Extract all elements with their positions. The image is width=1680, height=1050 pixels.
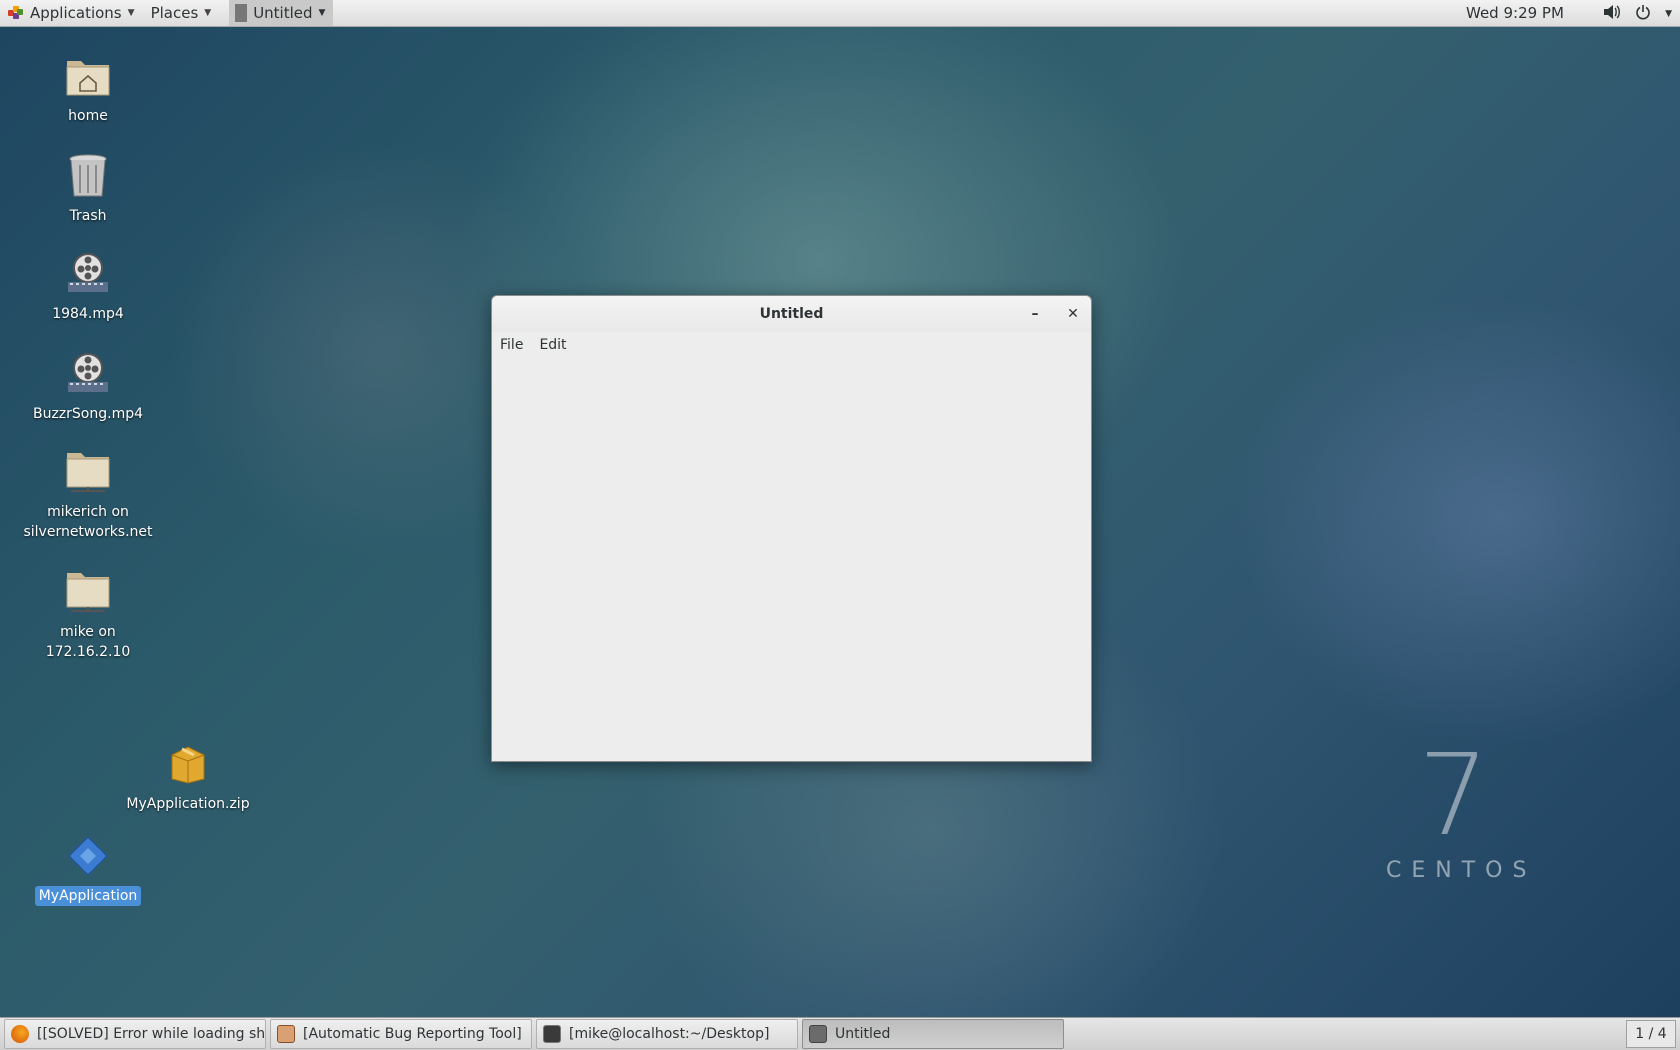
clock[interactable]: Wed 9:29 PM <box>1466 4 1564 22</box>
desktop-icon-label-line2: silvernetworks.net <box>23 524 153 540</box>
applications-menu[interactable]: Applications ▼ <box>0 0 143 27</box>
centos-logo-text: CENTOS <box>1386 858 1537 883</box>
window-list-taskbar: [[SOLVED] Error while loading sha... [Au… <box>0 1017 1680 1050</box>
active-window-menu[interactable]: Untitled ▼ <box>229 0 334 26</box>
minimize-button[interactable]: – <box>1025 304 1045 324</box>
system-status-area[interactable]: ▼ <box>1603 0 1672 27</box>
gnome-foot-icon <box>8 6 23 20</box>
trash-icon <box>64 152 112 200</box>
places-label: Places <box>150 4 199 22</box>
desktop-icon-trash[interactable]: Trash <box>23 152 153 226</box>
places-menu[interactable]: Places ▼ <box>143 0 220 27</box>
window-icon <box>809 1025 827 1043</box>
taskbar-item-firefox[interactable]: [[SOLVED] Error while loading sha... <box>4 1019 266 1049</box>
home-folder-icon <box>64 52 112 100</box>
window-thumbnail-icon <box>235 4 248 22</box>
desktop-icon-label: BuzzrSong.mp4 <box>32 406 144 422</box>
desktop-icon-myapplication-zip[interactable]: MyApplication.zip <box>123 740 253 814</box>
desktop-icon-label-line2: 172.16.2.10 <box>45 644 131 660</box>
volume-icon <box>1603 4 1621 24</box>
network-folder-icon <box>64 568 112 616</box>
window-titlebar[interactable]: Untitled – ✕ <box>492 296 1091 332</box>
applications-label: Applications <box>30 4 122 22</box>
taskbar-item-label: Untitled <box>835 1026 891 1042</box>
desktop-icon-myapplication[interactable]: MyApplication <box>23 832 153 906</box>
active-window-label: Untitled <box>253 4 313 22</box>
desktop-icon-buzzrsong-mp4[interactable]: BuzzrSong.mp4 <box>23 350 153 424</box>
workspace-indicator[interactable]: 1 / 4 <box>1626 1020 1676 1048</box>
menubar: File Edit <box>492 332 1091 358</box>
desktop-icon-label: MyApplication.zip <box>126 796 250 812</box>
application-icon <box>64 832 112 880</box>
bug-report-icon <box>277 1025 295 1043</box>
firefox-icon <box>11 1025 29 1043</box>
desktop-icon-label: Trash <box>69 208 107 224</box>
chevron-down-icon: ▼ <box>127 8 135 18</box>
window-content-area <box>492 358 1091 758</box>
chevron-down-icon: ▼ <box>1665 8 1672 19</box>
archive-file-icon <box>164 740 212 788</box>
menu-edit[interactable]: Edit <box>537 337 574 353</box>
desktop-icon-label: 1984.mp4 <box>52 306 124 322</box>
desktop-icon-label-line1: mike on <box>60 624 116 640</box>
chevron-down-icon: ▼ <box>204 8 212 18</box>
chevron-down-icon: ▼ <box>318 8 326 18</box>
window-title: Untitled <box>759 306 824 322</box>
top-panel: Applications ▼ Places ▼ Untitled ▼ Wed 9… <box>0 0 1680 27</box>
taskbar-item-label: [Automatic Bug Reporting Tool] <box>303 1026 522 1042</box>
taskbar-item-untitled[interactable]: Untitled <box>802 1019 1064 1049</box>
taskbar-item-label: [[SOLVED] Error while loading sha... <box>37 1026 266 1042</box>
network-folder-icon <box>64 448 112 496</box>
desktop-icon-label: home <box>68 108 108 124</box>
untitled-window: Untitled – ✕ File Edit <box>491 295 1092 762</box>
menu-file[interactable]: File <box>498 337 531 353</box>
close-button[interactable]: ✕ <box>1063 304 1083 324</box>
desktop-icon-label: MyApplication <box>34 886 142 906</box>
desktop-icon-mikerich-share[interactable]: mikerich on silvernetworks.net <box>18 448 158 542</box>
desktop-icon-label-line1: mikerich on <box>47 504 129 520</box>
centos-logo-number: 7 <box>1418 731 1490 861</box>
desktop-icon-home[interactable]: home <box>23 52 153 126</box>
taskbar-item-terminal[interactable]: [mike@localhost:~/Desktop] <box>536 1019 798 1049</box>
desktop-icon-1984-mp4[interactable]: 1984.mp4 <box>23 250 153 324</box>
taskbar-item-label: [mike@localhost:~/Desktop] <box>569 1026 770 1042</box>
taskbar-item-bug-reporting[interactable]: [Automatic Bug Reporting Tool] <box>270 1019 532 1049</box>
terminal-icon <box>543 1025 561 1043</box>
power-icon <box>1635 4 1651 24</box>
desktop-icon-mike-share[interactable]: mike on 172.16.2.10 <box>23 568 153 662</box>
video-file-icon <box>64 350 112 398</box>
video-file-icon <box>64 250 112 298</box>
